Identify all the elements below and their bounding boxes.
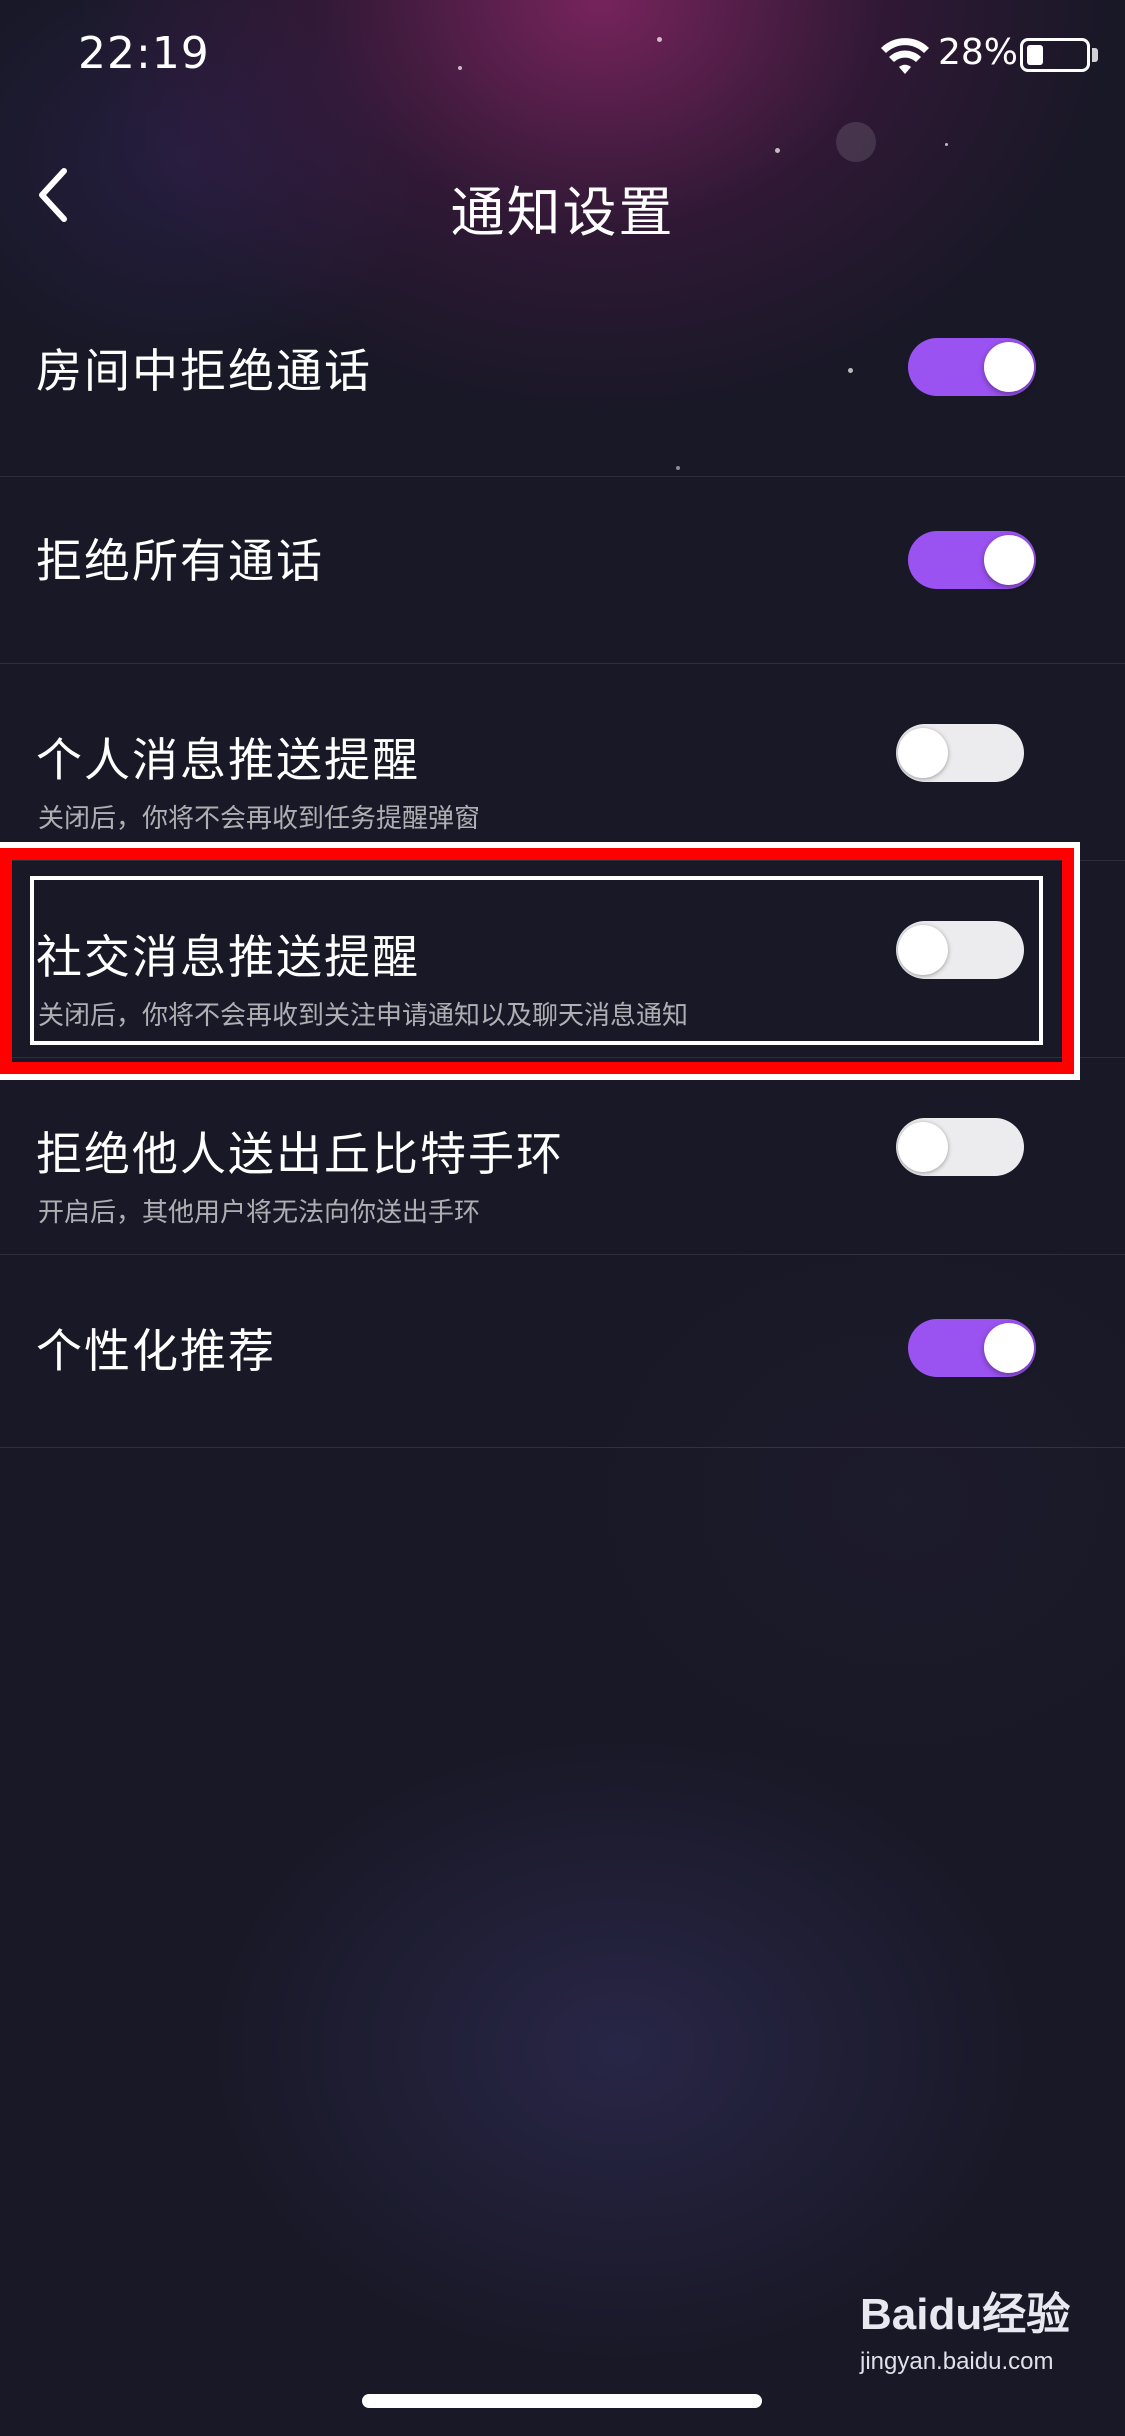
setting-label: 房间中拒绝通话 [36, 344, 372, 398]
highlight-annotation-inner [30, 876, 1043, 1045]
setting-row-reject-all-calls[interactable]: 拒绝所有通话 [0, 477, 1125, 664]
toggle-knob [898, 728, 948, 778]
toggle-knob [984, 342, 1034, 392]
setting-row-reject-cupid-bracelet[interactable]: 拒绝他人送出丘比特手环 开启后，其他用户将无法向你送出手环 [0, 1058, 1125, 1255]
toggle-knob [984, 1323, 1034, 1373]
setting-row-reject-calls-in-room[interactable]: 房间中拒绝通话 [0, 280, 1125, 477]
setting-subtitle: 开启后，其他用户将无法向你送出手环 [38, 1198, 481, 1228]
toggle-knob [898, 1122, 948, 1172]
toggle-switch[interactable] [896, 1118, 1024, 1176]
toggle-switch[interactable] [908, 338, 1036, 396]
watermark-logo: Baidu经验 [860, 2290, 1071, 2339]
battery-percent: 28% [938, 32, 1019, 73]
wifi-icon [881, 38, 929, 74]
baidu-watermark: Baidu经验 jingyan.baidu.com [860, 2278, 1100, 2388]
toggle-switch[interactable] [896, 724, 1024, 782]
toggle-knob [984, 535, 1034, 585]
toggle-switch[interactable] [908, 531, 1036, 589]
nav-header: 通知设置 [0, 110, 1125, 270]
setting-label: 个人消息推送提醒 [36, 733, 420, 787]
toggle-switch[interactable] [908, 1319, 1036, 1377]
watermark-url: jingyan.baidu.com [860, 2348, 1054, 2375]
setting-label: 拒绝所有通话 [36, 534, 324, 588]
page-title: 通知设置 [450, 181, 675, 244]
setting-label: 个性化推荐 [36, 1324, 276, 1378]
battery-icon [1020, 38, 1090, 72]
home-indicator[interactable] [362, 2394, 762, 2408]
setting-row-personal-message-push[interactable]: 个人消息推送提醒 关闭后，你将不会再收到任务提醒弹窗 [0, 664, 1125, 861]
setting-row-personalized-recommendation[interactable]: 个性化推荐 [0, 1255, 1125, 1448]
setting-label: 拒绝他人送出丘比特手环 [36, 1127, 564, 1181]
battery-tip [1092, 48, 1098, 62]
status-bar: 22:19 28% [0, 0, 1125, 110]
setting-subtitle: 关闭后，你将不会再收到任务提醒弹窗 [38, 804, 481, 834]
status-time: 22:19 [78, 28, 210, 79]
